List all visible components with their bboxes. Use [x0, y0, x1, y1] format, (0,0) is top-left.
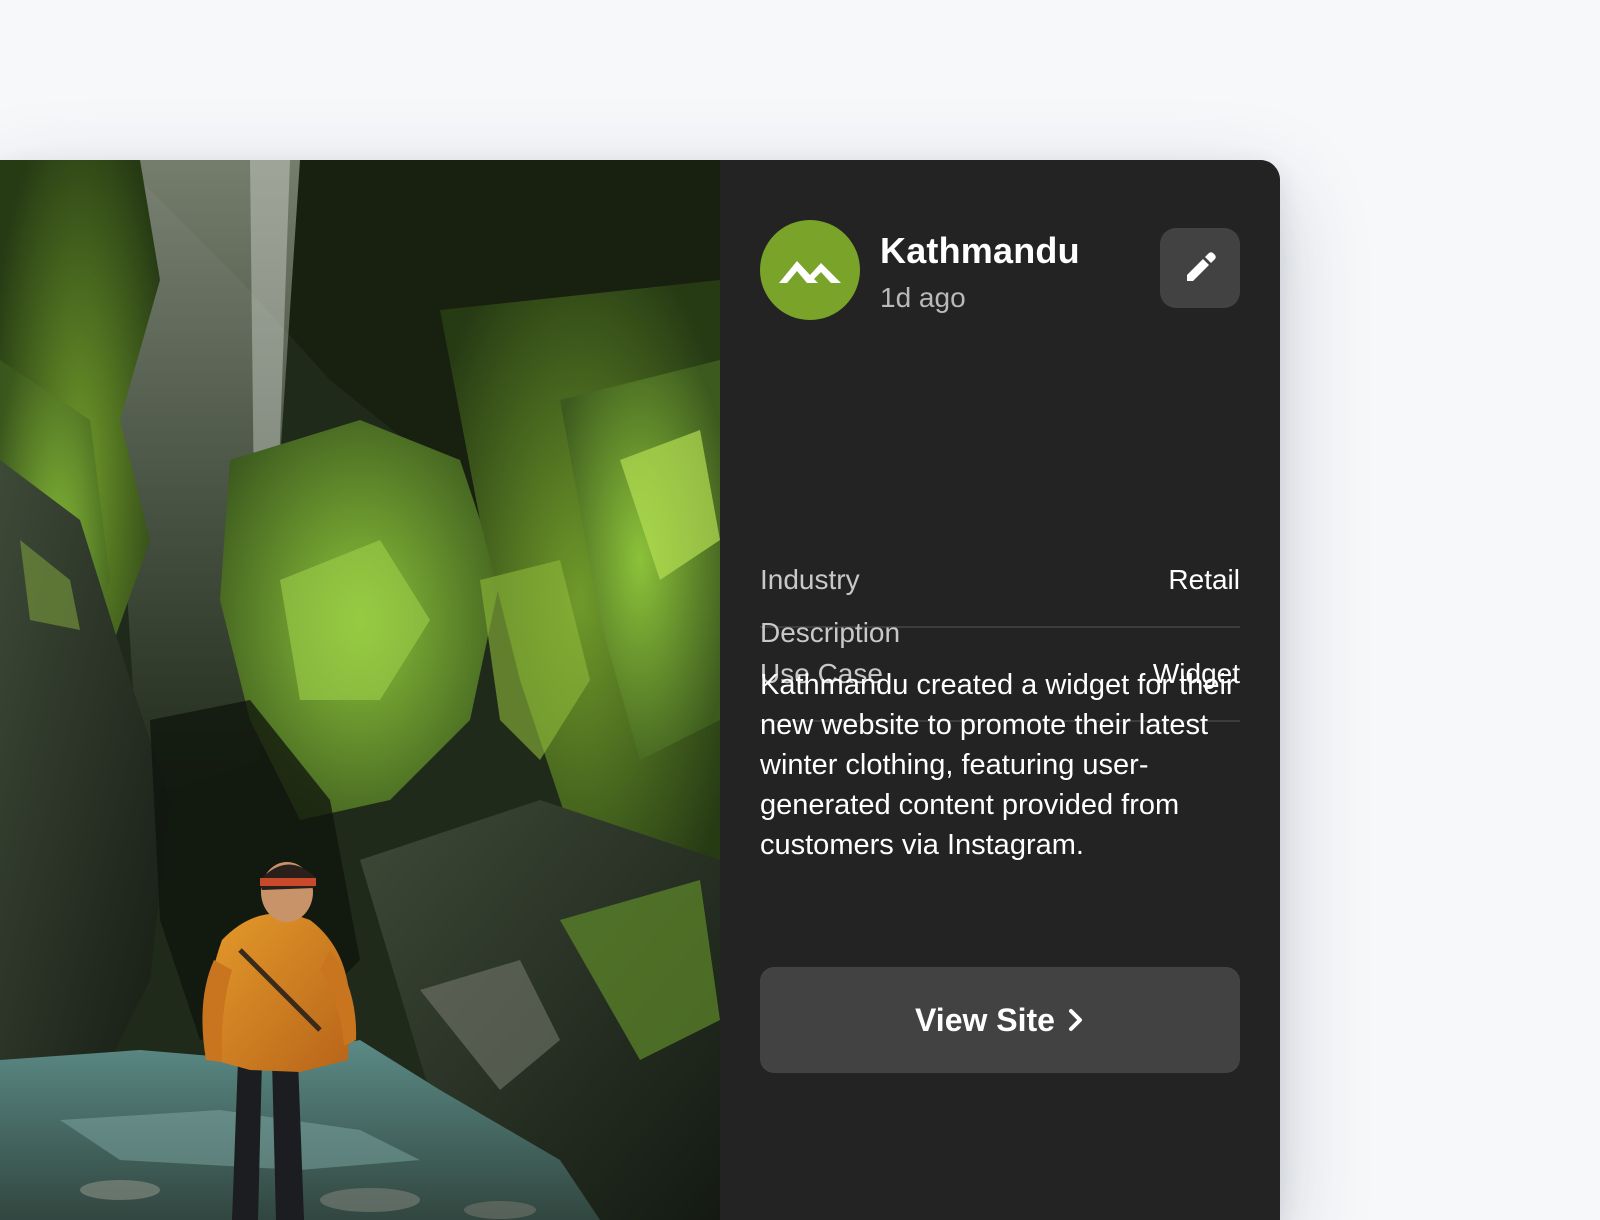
brand-name: Kathmandu [880, 230, 1080, 271]
detail-label: Industry [760, 564, 860, 595]
view-site-button[interactable]: View Site [760, 967, 1240, 1073]
description-label: Description [760, 617, 901, 648]
pencil-icon [1187, 252, 1216, 281]
detail-value: Retail [1168, 564, 1240, 595]
card-header: Kathmandu 1d ago [760, 220, 1240, 320]
hero-photo [0, 160, 720, 1220]
case-study-card: Kathmandu 1d ago Industry Retail Use Cas… [0, 160, 1280, 1220]
canyon-hiker-illustration [0, 160, 720, 1220]
brand-avatar [760, 220, 860, 320]
detail-row-industry: Industry Retail [760, 534, 1240, 628]
post-timestamp: 1d ago [880, 282, 966, 313]
details-panel: Kathmandu 1d ago Industry Retail Use Cas… [720, 160, 1280, 1220]
chevron-right-icon [1068, 1009, 1082, 1031]
description-text: Kathmandu created a widget for their new… [760, 669, 1236, 861]
view-site-label: View Site [915, 1001, 1055, 1038]
edit-button[interactable] [1160, 228, 1240, 308]
mountain-logo-icon [779, 261, 841, 283]
